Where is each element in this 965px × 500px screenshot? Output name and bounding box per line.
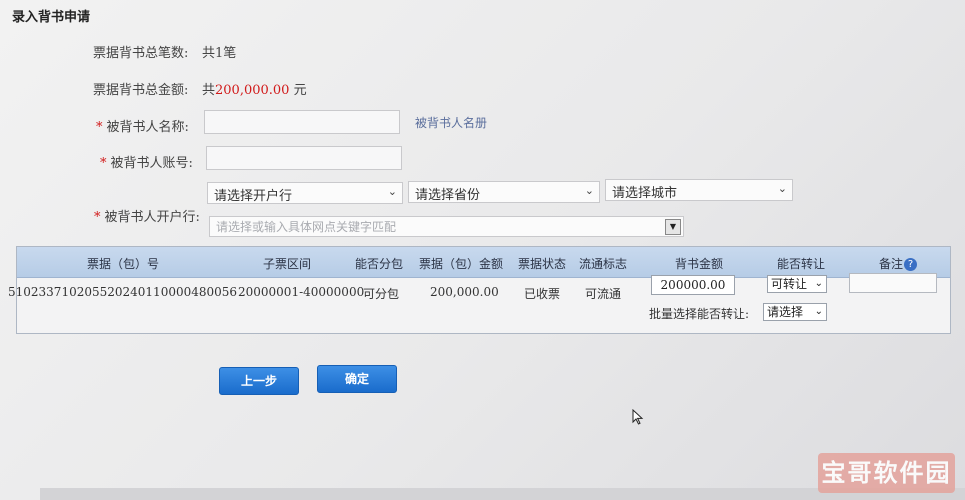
cell-circulation: 可流通: [585, 287, 622, 301]
col-splittable: 能否分包: [355, 257, 404, 271]
chevron-down-icon: ⌄: [814, 278, 823, 289]
required-mark: *: [94, 210, 101, 225]
col-remark: 备注?: [879, 255, 918, 272]
bank-select[interactable]: 请选择开户行 ⌄: [207, 182, 403, 204]
watermark-logo: 宝哥软件园: [818, 453, 955, 493]
batch-transferable-select[interactable]: 请选择 ⌄: [763, 303, 827, 321]
branch-combo-input[interactable]: 请选择或输入具体网点关键字匹配 ▼: [209, 216, 684, 237]
city-select[interactable]: 请选择城市 ⌄: [605, 179, 793, 201]
total-amount-label: 票据背书总金额:: [93, 83, 189, 98]
prev-step-button[interactable]: 上一步: [219, 367, 299, 395]
question-circle-icon[interactable]: ?: [904, 258, 918, 271]
total-count-label: 票据背书总笔数:: [93, 46, 189, 61]
col-status: 票据状态: [518, 257, 567, 271]
total-count-value: 共1笔: [202, 46, 237, 61]
col-circulation: 流通标志: [579, 257, 628, 271]
chevron-down-icon: ⌄: [584, 184, 594, 197]
chevron-down-icon[interactable]: ▼: [665, 219, 681, 235]
endorsee-bank-label: * 被背书人开户行:: [94, 206, 200, 225]
bill-table: 票据（包）号 子票区间 能否分包 票据（包）金额 票据状态 流通标志 背书金额 …: [8, 246, 951, 334]
cell-sub-range: 20000001-40000000: [238, 285, 365, 299]
branch-combo-placeholder: 请选择或输入具体网点关键字匹配: [216, 220, 397, 234]
endorsee-name-label: * 被背书人名称:: [96, 116, 189, 135]
transferable-select-value: 可转让: [771, 277, 808, 291]
required-mark: *: [96, 120, 103, 135]
endorsee-name-label-text: 被背书人名称:: [106, 120, 189, 135]
transferable-select[interactable]: 可转让 ⌄: [767, 275, 827, 293]
batch-transferable-label: 批量选择能否转让:: [649, 307, 750, 321]
city-select-value: 请选择城市: [612, 186, 678, 201]
amount-prefix: 共: [202, 83, 216, 98]
amount-number: 200,000.00: [215, 83, 290, 98]
amount-unit: 元: [293, 83, 307, 98]
cell-splittable: 可分包: [363, 287, 400, 301]
col-sub-range: 子票区间: [263, 257, 312, 271]
bank-select-value: 请选择开户行: [214, 189, 293, 204]
cell-status: 已收票: [524, 287, 561, 301]
mouse-pointer-icon: [632, 409, 644, 425]
endorse-amount-input[interactable]: 200000.00: [651, 275, 735, 295]
cell-bill-no: 510233710205520240110000480056: [8, 285, 238, 299]
chevron-down-icon: ⌄: [387, 185, 397, 198]
endorsee-account-input[interactable]: [206, 146, 402, 170]
table-header: 票据（包）号 子票区间 能否分包 票据（包）金额 票据状态 流通标志 背书金额 …: [17, 247, 950, 278]
endorsee-account-label-text: 被背书人账号:: [110, 156, 193, 171]
endorsee-account-label: * 被背书人账号:: [100, 152, 193, 171]
remark-input[interactable]: [849, 273, 937, 293]
page: 录入背书申请 票据背书总笔数: 共1笔 票据背书总金额: 共200,000.00…: [0, 0, 965, 500]
col-bill-no: 票据（包）号: [87, 257, 160, 271]
chevron-down-icon: ⌄: [777, 182, 787, 195]
cell-bill-amount: 200,000.00: [430, 285, 499, 299]
province-select-value: 请选择省份: [415, 188, 481, 203]
total-amount-value: 共200,000.00 元: [202, 79, 307, 98]
batch-select-value: 请选择: [767, 305, 804, 319]
confirm-button[interactable]: 确定: [317, 365, 397, 393]
chevron-down-icon: ⌄: [814, 306, 823, 317]
col-transferable: 能否转让: [777, 257, 826, 271]
required-mark: *: [100, 156, 107, 171]
endorsee-directory-link[interactable]: 被背书人名册: [415, 114, 487, 131]
endorsee-name-input[interactable]: [204, 110, 400, 134]
province-select[interactable]: 请选择省份 ⌄: [408, 181, 600, 203]
page-title: 录入背书申请: [12, 10, 91, 25]
col-remark-label: 备注: [879, 257, 904, 271]
endorsee-bank-label-text: 被背书人开户行:: [104, 210, 200, 225]
col-endorse-amount: 背书金额: [675, 257, 724, 271]
col-bill-amount: 票据（包）金额: [419, 257, 504, 271]
